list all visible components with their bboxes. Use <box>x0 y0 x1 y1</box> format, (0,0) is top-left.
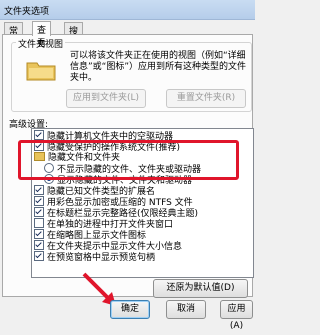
list-item[interactable]: 用彩色显示加密或压缩的 NTFS 文件 <box>34 196 193 208</box>
tab-view[interactable]: 查看 <box>32 21 52 49</box>
title-bar: 文件夹选项 <box>0 0 255 20</box>
checkbox[interactable] <box>34 240 44 250</box>
list-item[interactable]: 在预览窗格中显示预览句柄 <box>34 251 155 263</box>
folder-views-description: 可以将该文件夹正在使用的视图（例如“详细信息”或“图标”）应用到所有这种类型的文… <box>70 51 246 83</box>
list-item[interactable]: 隐藏已知文件类型的扩展名 <box>34 185 155 197</box>
checkbox[interactable] <box>34 251 44 261</box>
checkbox[interactable] <box>34 130 44 140</box>
checkbox[interactable] <box>34 196 44 206</box>
list-item[interactable]: 在缩略图上显示文件图标 <box>34 229 146 241</box>
window-title: 文件夹选项 <box>4 7 50 17</box>
list-item[interactable]: 在标题栏显示完整路径(仅限经典主题) <box>34 207 198 219</box>
cancel-button[interactable]: 取消 <box>166 300 206 319</box>
checkbox[interactable] <box>34 218 44 228</box>
folder-icon <box>26 62 56 81</box>
ok-button[interactable]: 确定 <box>110 300 150 319</box>
checkbox[interactable] <box>34 185 44 195</box>
apply-to-folders-button[interactable]: 应用到文件夹(L) <box>66 89 146 108</box>
list-item[interactable]: 在文件夹提示中显示文件大小信息 <box>34 240 182 252</box>
apply-button[interactable]: 应用(A) <box>220 300 253 331</box>
hidden-files-highlight <box>18 140 239 180</box>
checkbox[interactable] <box>34 207 44 217</box>
list-item[interactable]: 在单独的进程中打开文件夹窗口 <box>34 218 173 230</box>
restore-defaults-button[interactable]: 还原为默认值(D) <box>153 279 248 298</box>
reset-folders-button[interactable]: 重置文件夹(R) <box>166 89 246 108</box>
checkbox[interactable] <box>34 229 44 239</box>
folder-views-group: 文件夹视图 可以将该文件夹正在使用的视图（例如“详细信息”或“图标”）应用到所有… <box>11 37 252 112</box>
